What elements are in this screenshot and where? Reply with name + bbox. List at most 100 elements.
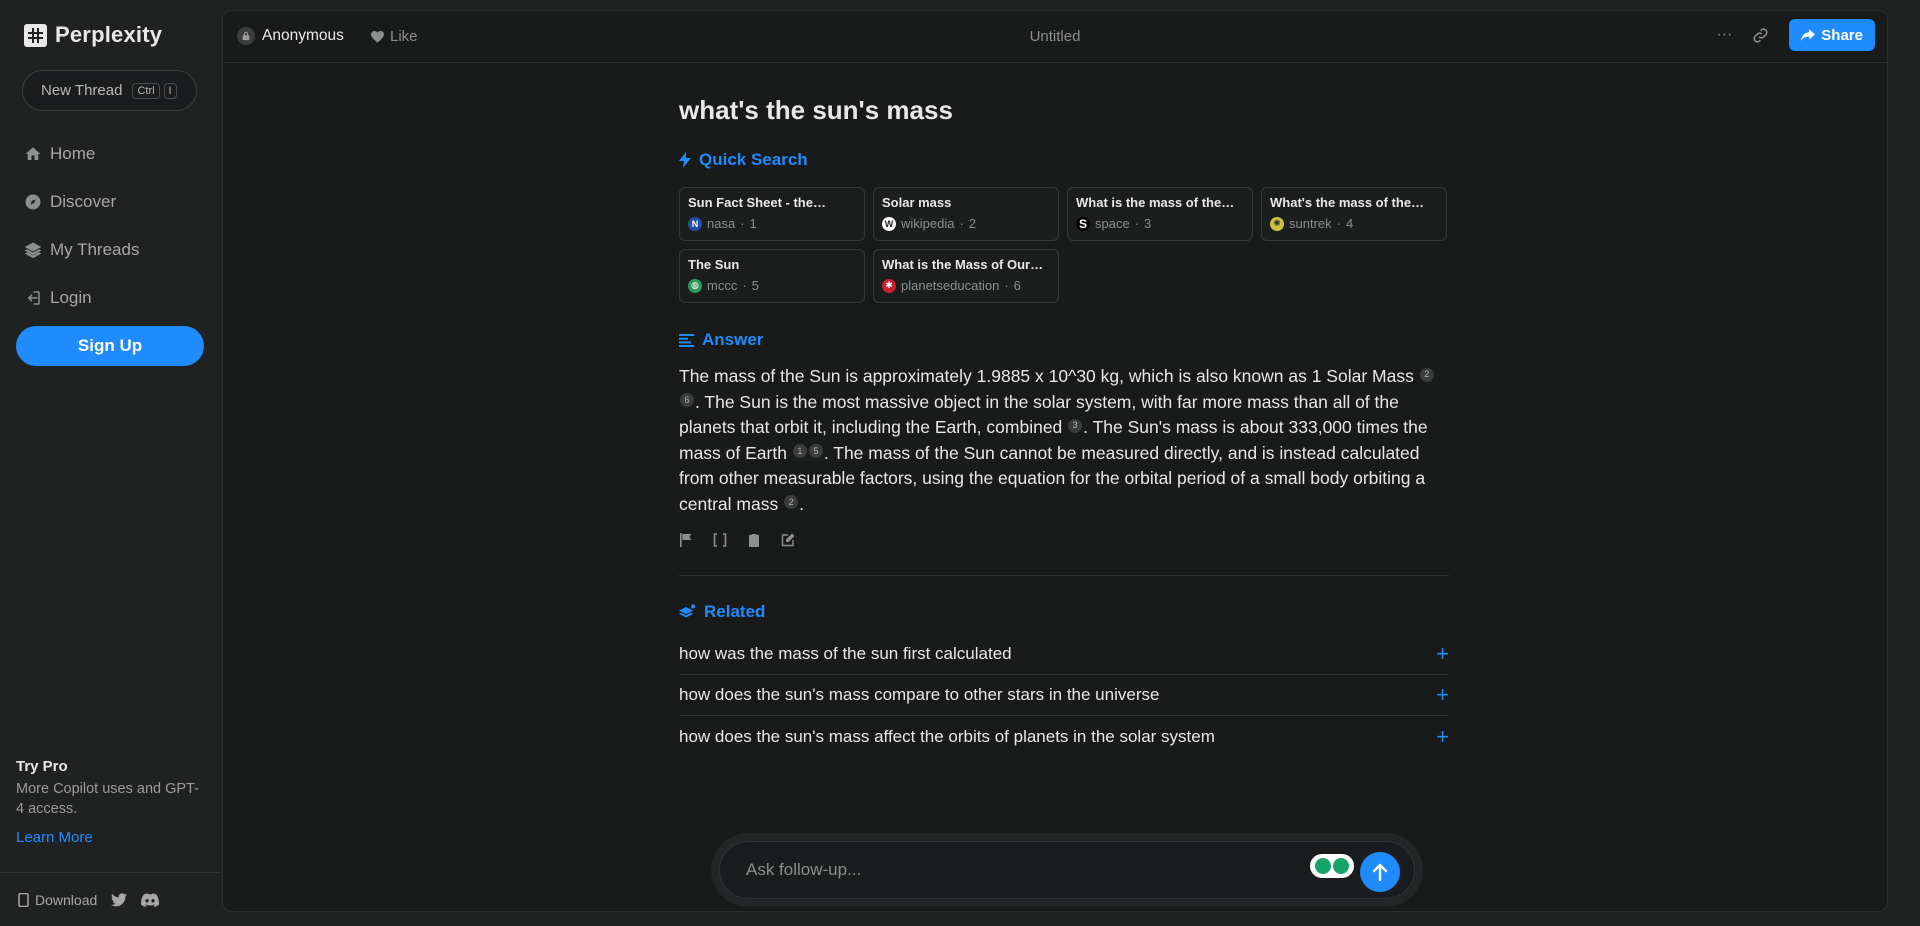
thread-content: what's the sun's mass Quick Search Sun F…: [679, 63, 1449, 757]
main-panel: Anonymous Like Untitled ··· Share what's…: [222, 10, 1888, 912]
sidebar-item-label: My Threads: [50, 240, 140, 259]
link-icon[interactable]: [1752, 27, 1769, 44]
plus-icon[interactable]: +: [1436, 725, 1449, 748]
try-pro-card: Try Pro More Copilot uses and GPT-4 acce…: [16, 758, 206, 846]
source-card[interactable]: Solar mass Wwikipedia · 2: [873, 187, 1059, 241]
source-num: 4: [1345, 216, 1354, 231]
source-card[interactable]: What is the Mass of Our… ✱ planetseducati…: [873, 249, 1059, 303]
login-icon: [27, 291, 40, 305]
plus-icon[interactable]: +: [1436, 643, 1449, 665]
download-label: Download: [35, 891, 98, 908]
twitter-icon[interactable]: [111, 892, 128, 907]
related-header: Related: [679, 602, 1449, 622]
citation-badge[interactable]: 6: [680, 393, 694, 408]
answer-text: The mass of the Sun is approximately 1.9…: [679, 364, 1449, 517]
try-pro-description: More Copilot uses and GPT-4 access.: [16, 781, 199, 817]
source-site: mccc: [707, 278, 738, 293]
arrow-up-icon: [1372, 863, 1388, 881]
kbd-i: I: [163, 82, 177, 99]
sidebar-item-discover[interactable]: Discover: [24, 178, 139, 226]
source-title: The Sun: [688, 257, 740, 272]
answer-actions: [679, 533, 1449, 547]
source-card[interactable]: What is the mass of the… Sspace · 3: [1067, 187, 1253, 241]
section-divider: [679, 575, 1449, 576]
sign-up-button[interactable]: Sign Up: [16, 326, 204, 366]
download-link[interactable]: Download: [18, 892, 97, 908]
brackets-icon[interactable]: [713, 533, 727, 547]
source-title: Sun Fact Sheet - the…: [688, 195, 826, 210]
thread-title[interactable]: Untitled: [223, 28, 1887, 45]
nasa-favicon-icon: N: [688, 216, 702, 231]
mccc-favicon-icon: ◍: [688, 278, 702, 293]
citation-badge[interactable]: 3: [1068, 418, 1083, 433]
citation-badge[interactable]: 2: [784, 495, 799, 510]
source-dot: ·: [742, 278, 747, 293]
related-layers-icon: [679, 604, 696, 618]
brand-logo[interactable]: Perplexity: [24, 22, 162, 48]
plus-icon[interactable]: +: [1436, 684, 1449, 706]
source-site: wikipedia: [901, 216, 955, 231]
sidebar-item-login[interactable]: Login: [24, 274, 139, 322]
quick-search-label: Quick Search: [699, 150, 808, 169]
planetseducation-favicon-icon: ✱: [882, 278, 896, 293]
related-item[interactable]: how does the sun's mass affect the orbit…: [679, 716, 1449, 757]
sidebar-item-label: Discover: [50, 192, 117, 211]
discord-icon[interactable]: [141, 892, 160, 907]
text-lines-icon: [679, 333, 694, 347]
related-list: how was the mass of the sun first calcul…: [679, 634, 1449, 757]
sidebar-nav: Home Discover My Threads Login: [24, 130, 139, 322]
lightbulb-icon: [1315, 858, 1331, 874]
phone-icon: [18, 892, 29, 907]
related-question: how does the sun's mass compare to other…: [679, 685, 1160, 704]
new-thread-button[interactable]: New Thread Ctrl I: [22, 70, 197, 111]
related-item[interactable]: how was the mass of the sun first calcul…: [679, 634, 1449, 675]
grammarly-widget[interactable]: [1310, 854, 1354, 878]
learn-more-link[interactable]: Learn More: [16, 829, 206, 846]
lightning-icon: [679, 152, 691, 168]
submit-button[interactable]: [1360, 852, 1400, 892]
kbd-ctrl: Ctrl: [132, 82, 160, 99]
edit-icon[interactable]: [781, 533, 795, 547]
wikipedia-favicon-icon: W: [882, 216, 896, 231]
source-card[interactable]: The Sun ◍ mccc · 5: [679, 249, 865, 303]
compass-icon: [25, 194, 41, 210]
related-question: how was the mass of the sun first calcul…: [679, 644, 1012, 663]
flag-icon[interactable]: [679, 533, 693, 547]
source-title: Solar mass: [882, 195, 952, 210]
sources-grid: Sun Fact Sheet - the… Nnasa · 1 Solar mass…: [679, 187, 1449, 303]
quick-search-header: Quick Search: [679, 150, 1449, 170]
suntrek-favicon-icon: ✺: [1270, 216, 1284, 231]
source-num: 5: [751, 278, 759, 293]
answer-header: Answer: [679, 330, 1449, 350]
source-card[interactable]: Sun Fact Sheet - the… Nnasa · 1: [679, 187, 865, 241]
source-dot: ·: [1004, 278, 1009, 293]
answer-sentence: The mass of the Sun is approximately 1.9…: [679, 366, 1414, 386]
source-num: 6: [1013, 278, 1021, 293]
brand-name: Perplexity: [55, 22, 163, 47]
citation-badge[interactable]: 5: [808, 444, 823, 459]
related-item[interactable]: how does the sun's mass compare to other…: [679, 675, 1449, 716]
source-card[interactable]: What's the mass of the… ✺ suntrek · 4: [1261, 187, 1447, 241]
citation-badge[interactable]: 1: [792, 444, 807, 459]
citation-badge[interactable]: 2: [1419, 367, 1434, 382]
answer-sentence: .: [799, 493, 804, 514]
share-label: Share: [1821, 26, 1863, 44]
clipboard-icon[interactable]: [747, 533, 761, 547]
layers-icon: [24, 242, 42, 259]
follow-up-input[interactable]: [744, 859, 1304, 881]
source-dot: ·: [959, 216, 964, 231]
sidebar: Perplexity New Thread Ctrl I Home Discov…: [0, 0, 220, 926]
sidebar-item-my-threads[interactable]: My Threads: [24, 226, 139, 274]
more-options-icon[interactable]: ···: [1716, 26, 1732, 44]
share-button[interactable]: Share: [1789, 19, 1875, 51]
share-icon: [1801, 29, 1816, 41]
source-title: What is the Mass of Our…: [882, 257, 1044, 272]
top-bar: Anonymous Like Untitled ··· Share: [223, 11, 1887, 63]
source-num: 3: [1144, 216, 1152, 231]
top-actions: ··· Share: [1716, 19, 1875, 51]
shortcut-hint: Ctrl I: [132, 82, 177, 99]
sidebar-item-home[interactable]: Home: [24, 130, 139, 178]
try-pro-title: Try Pro: [16, 758, 68, 775]
follow-up-container: [711, 833, 1423, 907]
perplexity-logo-icon: [24, 23, 47, 47]
